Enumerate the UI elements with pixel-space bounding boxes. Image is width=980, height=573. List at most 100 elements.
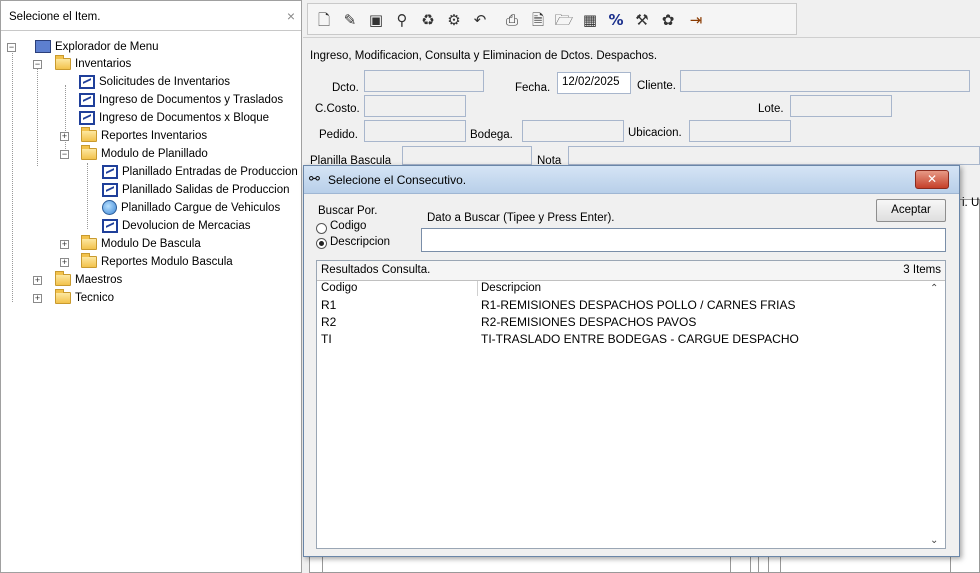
- cell-descripcion: R1-REMISIONES DESPACHOS POLLO / CARNES F…: [481, 298, 796, 312]
- percent-icon[interactable]: %: [606, 10, 626, 30]
- toolbar: 🗋 ✎ ▣ ⚲ ♻ ⚙ ↶ ⎙ 🗎 🗁 ▦ % ⚒ ✿ ⇥: [303, 0, 980, 38]
- panel-header: Selecione el Item. ×: [1, 1, 301, 31]
- print-icon[interactable]: ⎙: [502, 10, 522, 30]
- collapse-icon[interactable]: −: [60, 150, 69, 159]
- dcto-field[interactable]: [364, 70, 484, 92]
- chart-doc-icon: [79, 75, 95, 89]
- globe-icon: [102, 200, 117, 215]
- binoculars-icon: ⚯: [309, 172, 320, 187]
- bodega-label: Bodega.: [470, 129, 513, 141]
- panel-title: Selecione el Item.: [9, 11, 101, 23]
- computer-icon: [35, 40, 51, 53]
- table-row[interactable]: TI TI-TRASLADO ENTRE BODEGAS - CARGUE DE…: [317, 331, 931, 348]
- search-icon[interactable]: ⚲: [392, 10, 412, 30]
- tree-node-root[interactable]: − Explorador de Menu: [7, 39, 159, 55]
- dialog-titlebar[interactable]: ⚯ Selecione el Consecutivo. ✕: [304, 166, 959, 194]
- nota-field[interactable]: [568, 146, 980, 165]
- tree-node-ingreso-bloque[interactable]: Ingreso de Documentos x Bloque: [79, 110, 269, 126]
- column-header-descripcion[interactable]: Descripcion: [481, 282, 541, 294]
- scroll-up-icon[interactable]: ⌃: [930, 283, 938, 294]
- table-row[interactable]: R1 R1-REMISIONES DESPACHOS POLLO / CARNE…: [317, 297, 931, 314]
- expand-icon[interactable]: +: [60, 258, 69, 267]
- tree-node-reportes-inventarios[interactable]: + Reportes Inventarios: [59, 127, 207, 144]
- undo-icon[interactable]: ↶: [470, 10, 490, 30]
- close-button[interactable]: ✕: [915, 170, 949, 189]
- chart-doc-icon: [102, 165, 118, 179]
- vertical-scrollbar[interactable]: ⌃ ⌄: [928, 281, 945, 548]
- gear-icon[interactable]: ✿: [658, 10, 678, 30]
- menu-explorer-panel: Selecione el Item. × − Explorador de Men…: [0, 0, 302, 573]
- tree-node-reportes-bascula[interactable]: + Reportes Modulo Bascula: [59, 253, 233, 270]
- tree-node-planillado-salidas[interactable]: Planillado Salidas de Produccion: [102, 182, 290, 198]
- tree-node-ingreso-traslados[interactable]: Ingreso de Documentos y Traslados: [79, 92, 283, 108]
- planilla-bascula-field[interactable]: [402, 146, 532, 165]
- aceptar-button[interactable]: Aceptar: [876, 199, 946, 222]
- ccosto-field[interactable]: [364, 95, 466, 117]
- chart-doc-icon: [102, 183, 118, 197]
- save-icon[interactable]: ▣: [366, 10, 386, 30]
- tree-node-modulo-planillado[interactable]: − Modulo de Planillado: [59, 145, 208, 162]
- open-folder-icon[interactable]: 🗁: [554, 10, 574, 30]
- results-count: 3 Items: [903, 264, 941, 276]
- new-file-icon[interactable]: 🗋: [314, 10, 334, 30]
- edit-icon[interactable]: ✎: [340, 10, 360, 30]
- radio-descripcion-label[interactable]: Descripcion: [330, 236, 390, 248]
- hammer-icon[interactable]: ⚒: [632, 10, 652, 30]
- tree-node-solicitudes[interactable]: Solicitudes de Inventarios: [79, 74, 230, 90]
- menu-tree: − Explorador de Menu − Inventarios Solic…: [7, 37, 301, 567]
- ccosto-label: C.Costo.: [315, 103, 360, 115]
- tree-node-modulo-bascula[interactable]: + Modulo De Bascula: [59, 235, 201, 252]
- column-headers: Codigo Descripcion: [317, 281, 931, 296]
- lote-field[interactable]: [790, 95, 892, 117]
- expand-icon[interactable]: +: [33, 276, 42, 285]
- fecha-field[interactable]: 12/02/2025: [557, 72, 631, 94]
- dcto-label: Dcto.: [332, 82, 359, 94]
- tree-node-inventarios[interactable]: − Inventarios: [31, 55, 131, 72]
- radio-descripcion[interactable]: [316, 238, 327, 249]
- recycle-icon[interactable]: ♻: [418, 10, 438, 30]
- close-icon[interactable]: ×: [287, 8, 295, 24]
- folder-icon: [55, 289, 71, 304]
- collapse-icon[interactable]: −: [7, 43, 16, 52]
- buscar-por-label: Buscar Por.: [318, 205, 378, 217]
- cliente-field[interactable]: [680, 70, 970, 92]
- folder-icon: [81, 145, 97, 160]
- folder-icon: [55, 55, 71, 70]
- radio-codigo-label[interactable]: Codigo: [330, 220, 366, 232]
- results-list[interactable]: Resultados Consulta. 3 Items Codigo Desc…: [316, 260, 946, 549]
- expand-icon[interactable]: +: [33, 294, 42, 303]
- planilla-bascula-label: Planilla Bascula: [310, 155, 392, 165]
- cliente-label: Cliente.: [637, 80, 676, 92]
- calculator-icon[interactable]: ▦: [580, 10, 600, 30]
- dato-buscar-label: Dato a Buscar (Tipee y Press Enter).: [427, 212, 615, 224]
- search-input[interactable]: [421, 228, 946, 252]
- tree-node-devolucion[interactable]: Devolucion de Mercacias: [102, 218, 250, 234]
- folder-icon: [81, 235, 97, 250]
- print-preview-icon[interactable]: 🗎: [528, 10, 548, 30]
- chart-doc-icon: [79, 111, 95, 125]
- tree-node-planillado-entradas[interactable]: Planillado Entradas de Produccion: [102, 164, 298, 180]
- table-row[interactable]: R2 R2-REMISIONES DESPACHOS PAVOS: [317, 314, 931, 331]
- tools-icon[interactable]: ⚙: [444, 10, 464, 30]
- folder-icon: [81, 127, 97, 142]
- exit-icon[interactable]: ⇥: [686, 10, 706, 30]
- tree-node-tecnico[interactable]: + Tecnico: [31, 289, 114, 306]
- expand-icon[interactable]: +: [60, 132, 69, 141]
- tree-node-maestros[interactable]: + Maestros: [31, 271, 122, 288]
- cell-codigo: TI: [321, 332, 332, 346]
- nota-label: Nota: [537, 155, 562, 165]
- tree-node-planillado-cargue[interactable]: Planillado Cargue de Vehiculos: [102, 200, 280, 216]
- bodega-field[interactable]: [522, 120, 624, 142]
- toolbar-group: 🗋 ✎ ▣ ⚲ ♻ ⚙ ↶ ⎙ 🗎 🗁 ▦ % ⚒ ✿ ⇥: [307, 3, 797, 35]
- column-header-codigo[interactable]: Codigo: [321, 282, 357, 294]
- folder-icon: [55, 271, 71, 286]
- ubicacion-field[interactable]: [689, 120, 791, 142]
- radio-codigo[interactable]: [316, 223, 327, 234]
- cell-codigo: R1: [321, 298, 337, 312]
- pedido-field[interactable]: [364, 120, 466, 142]
- search-by-group: Buscar Por. Codigo Descripcion: [316, 205, 406, 256]
- collapse-icon[interactable]: −: [33, 60, 42, 69]
- scroll-down-icon[interactable]: ⌄: [930, 535, 938, 546]
- expand-icon[interactable]: +: [60, 240, 69, 249]
- fecha-label: Fecha.: [515, 82, 551, 94]
